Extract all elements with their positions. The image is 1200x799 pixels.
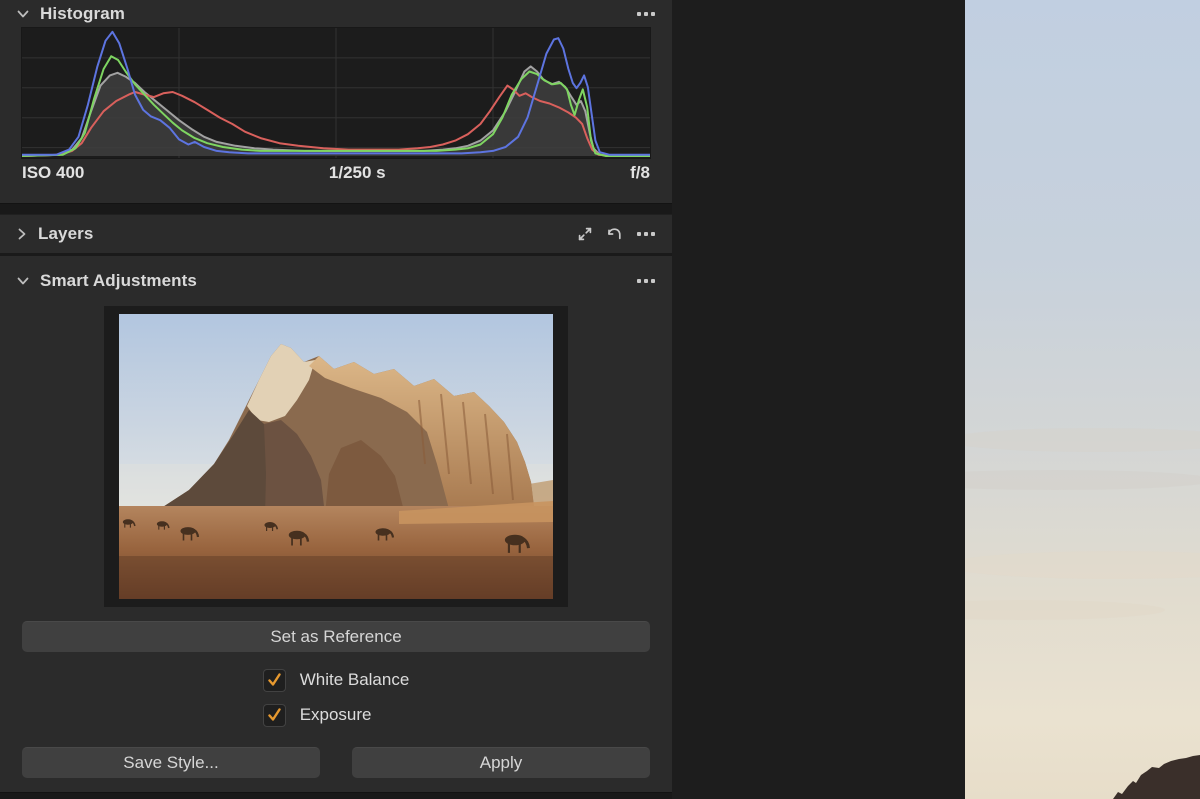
layers-panel: Layers <box>0 215 672 253</box>
smart-adjustments-panel: Smart Adjustments <box>0 256 672 778</box>
apply-button[interactable]: Apply <box>352 747 650 778</box>
white-balance-row: White Balance <box>263 668 410 692</box>
expand-icon[interactable] <box>577 226 593 242</box>
chevron-down-icon[interactable] <box>16 275 30 287</box>
panel-title-layers: Layers <box>38 224 93 244</box>
save-style-button[interactable]: Save Style... <box>22 747 320 778</box>
white-balance-checkbox[interactable] <box>263 669 286 692</box>
panel-separator <box>0 203 672 215</box>
exposure-row: Exposure <box>263 703 410 727</box>
white-balance-label: White Balance <box>300 670 410 690</box>
exposure-checkbox[interactable] <box>263 704 286 727</box>
checkmark-icon <box>269 675 279 685</box>
set-as-reference-button[interactable]: Set as Reference <box>22 621 650 652</box>
chevron-right-icon[interactable] <box>16 227 28 241</box>
panel-title-histogram: Histogram <box>40 4 125 24</box>
viewer-background <box>672 0 1200 799</box>
aperture-value: f/8 <box>630 163 650 183</box>
checkmark-icon <box>269 710 279 720</box>
smart-adjustments-panel-header[interactable]: Smart Adjustments <box>0 256 672 305</box>
panel-title-smart-adjustments: Smart Adjustments <box>40 271 197 291</box>
chevron-down-icon[interactable] <box>16 8 30 20</box>
histogram-plot <box>22 28 650 158</box>
ellipsis-menu-icon[interactable] <box>636 230 656 238</box>
tool-panel-column: Histogram ISO 400 1/250 s f/8 <box>0 0 672 799</box>
exposure-label: Exposure <box>300 705 372 725</box>
adjustment-checkboxes: White Balance Exposure <box>263 668 410 727</box>
histogram-panel: Histogram ISO 400 1/250 s f/8 <box>0 0 672 203</box>
exposure-info-row: ISO 400 1/250 s f/8 <box>0 158 672 203</box>
histogram-panel-header[interactable]: Histogram <box>0 0 672 28</box>
ellipsis-menu-icon[interactable] <box>636 10 656 18</box>
layers-panel-header[interactable]: Layers <box>0 215 672 253</box>
reference-thumbnail-image <box>119 314 553 599</box>
reset-adjustments-icon[interactable] <box>606 226 623 242</box>
shutter-speed-value: 1/250 s <box>329 163 386 183</box>
action-button-row: Save Style... Apply <box>22 747 650 778</box>
viewer-photo <box>965 0 1200 799</box>
iso-value: ISO 400 <box>22 163 84 183</box>
panel-separator-bottom <box>0 792 672 799</box>
capture-one-workspace: Histogram ISO 400 1/250 s f/8 <box>0 0 1200 799</box>
viewer-canvas[interactable] <box>965 0 1200 799</box>
reference-thumbnail <box>104 306 568 607</box>
ellipsis-menu-icon[interactable] <box>636 277 656 285</box>
